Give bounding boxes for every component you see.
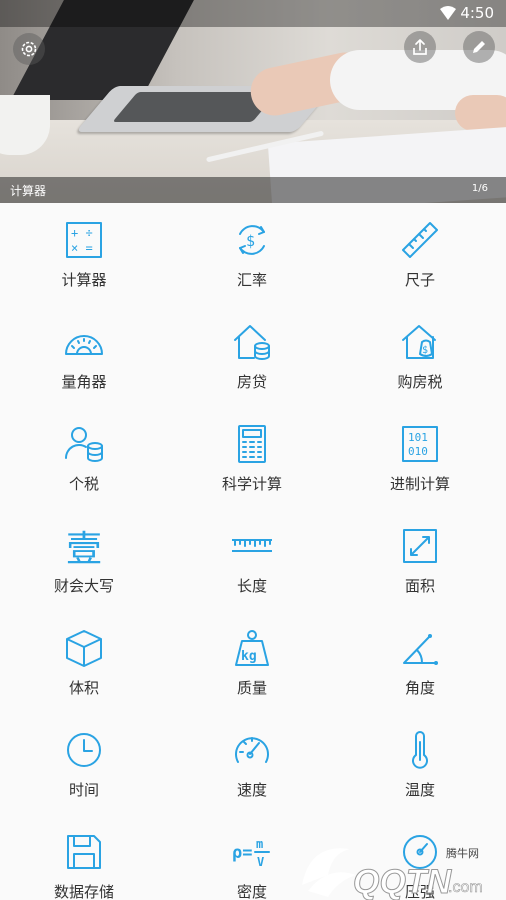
svg-text:× =: × = bbox=[71, 241, 93, 255]
tool-speed[interactable]: 速度 bbox=[168, 713, 336, 815]
banner-caption-bar: 计算器 1/6 bbox=[0, 177, 506, 203]
svg-text:$: $ bbox=[246, 232, 255, 250]
tool-angle[interactable]: 角度 bbox=[336, 611, 504, 713]
tool-volume[interactable]: 体积 bbox=[0, 611, 168, 713]
thermometer-icon bbox=[412, 731, 428, 769]
status-time: 4:50 bbox=[460, 4, 494, 22]
binary-icon: 101 010 bbox=[402, 426, 438, 462]
angle-icon bbox=[403, 634, 438, 665]
tool-label: 温度 bbox=[404, 781, 435, 799]
tool-label: 计算器 bbox=[61, 271, 107, 289]
clock-icon bbox=[67, 733, 101, 767]
watermark-logo: 腾牛网 QQTN .com bbox=[302, 846, 483, 900]
gear-icon bbox=[21, 41, 37, 57]
settings-button[interactable] bbox=[13, 33, 45, 65]
scientific-calculator-icon bbox=[238, 425, 266, 463]
svg-text:010: 010 bbox=[408, 445, 428, 458]
mortgage-icon bbox=[234, 325, 270, 360]
tool-temperature[interactable]: 温度 bbox=[336, 713, 504, 815]
pencil-icon bbox=[473, 41, 485, 53]
tool-label: 质量 bbox=[236, 679, 267, 697]
app-screen: 4:50 计算器 1/6 + ÷ × = 计算器 $ 汇率 尺子 量角器 房贷 … bbox=[0, 0, 506, 900]
svg-text:壹: 壹 bbox=[66, 529, 102, 566]
svg-text:.com: .com bbox=[448, 879, 483, 896]
tool-weight[interactable]: kg 质量 bbox=[168, 611, 336, 713]
ruler-icon bbox=[402, 222, 438, 258]
tool-mortgage[interactable]: 房贷 bbox=[168, 305, 336, 407]
tool-data-storage[interactable]: 数据存储 bbox=[0, 815, 168, 900]
tool-label: 体积 bbox=[68, 679, 99, 697]
banner-title: 计算器 bbox=[10, 184, 47, 198]
svg-text:$: $ bbox=[422, 345, 428, 356]
svg-text:+ ÷: + ÷ bbox=[71, 226, 93, 240]
banner-carousel[interactable]: 4:50 计算器 1/6 bbox=[0, 0, 506, 203]
banner-photo-hand-right bbox=[455, 95, 506, 131]
wifi-icon bbox=[440, 6, 456, 20]
chinese-numeral-icon: 壹 bbox=[66, 529, 102, 566]
svg-text:m: m bbox=[256, 837, 263, 851]
protractor-icon bbox=[65, 335, 103, 355]
floppy-disk-icon bbox=[67, 835, 101, 869]
svg-text:101: 101 bbox=[408, 431, 428, 444]
tool-area[interactable]: 面积 bbox=[336, 509, 504, 611]
tool-label: 尺子 bbox=[404, 271, 435, 289]
tool-label: 进制计算 bbox=[389, 475, 450, 493]
length-icon bbox=[232, 539, 272, 552]
tool-label: 房贷 bbox=[236, 373, 267, 391]
density-icon: ρ= m V bbox=[232, 837, 270, 869]
tool-time[interactable]: 时间 bbox=[0, 713, 168, 815]
share-button[interactable] bbox=[404, 31, 436, 63]
house-tax-icon: $ bbox=[402, 325, 436, 359]
tool-protractor[interactable]: 量角器 bbox=[0, 305, 168, 407]
tool-label: 量角器 bbox=[61, 373, 107, 391]
tool-binary[interactable]: 101 010 进制计算 bbox=[336, 407, 504, 509]
area-icon bbox=[403, 529, 437, 563]
tool-label: 财会大写 bbox=[53, 577, 114, 595]
tool-label: 汇率 bbox=[236, 271, 267, 289]
tool-chinese-numeral[interactable]: 壹 财会大写 bbox=[0, 509, 168, 611]
status-bar: 4:50 bbox=[0, 0, 506, 27]
exchange-rate-icon: $ bbox=[239, 225, 265, 255]
speedometer-icon bbox=[235, 737, 269, 763]
tool-exchange-rate[interactable]: $ 汇率 bbox=[168, 203, 336, 305]
banner-page-indicator: 1/6 bbox=[471, 183, 488, 194]
svg-text:腾牛网: 腾牛网 bbox=[446, 846, 479, 860]
tool-label: 长度 bbox=[236, 577, 267, 595]
tool-scientific[interactable]: 科学计算 bbox=[168, 407, 336, 509]
tool-length[interactable]: 长度 bbox=[168, 509, 336, 611]
svg-text:V: V bbox=[257, 855, 264, 869]
tool-label: 购房税 bbox=[397, 373, 443, 391]
svg-text:ρ=: ρ= bbox=[232, 843, 252, 863]
svg-text:kg: kg bbox=[241, 649, 257, 664]
tool-income-tax[interactable]: 个税 bbox=[0, 407, 168, 509]
tool-calculator[interactable]: + ÷ × = 计算器 bbox=[0, 203, 168, 305]
tool-house-tax[interactable]: $ 购房税 bbox=[336, 305, 504, 407]
tool-label: 时间 bbox=[68, 781, 99, 799]
share-icon bbox=[413, 39, 427, 55]
tool-label: 科学计算 bbox=[221, 475, 282, 493]
volume-icon bbox=[66, 630, 102, 667]
tool-label: 面积 bbox=[404, 577, 435, 595]
svg-text:QQTN: QQTN bbox=[353, 863, 453, 900]
weight-icon: kg bbox=[235, 630, 269, 666]
tool-grid: + ÷ × = 计算器 $ 汇率 尺子 量角器 房贷 $ 购房税 个税 科学计算… bbox=[0, 203, 506, 900]
calculator-icon: + ÷ × = bbox=[66, 222, 102, 258]
tool-ruler[interactable]: 尺子 bbox=[336, 203, 504, 305]
tool-label: 个税 bbox=[68, 475, 99, 493]
tool-label: 角度 bbox=[404, 679, 435, 697]
tool-label: 速度 bbox=[236, 781, 267, 799]
income-tax-icon bbox=[64, 427, 103, 462]
tool-label: 数据存储 bbox=[53, 883, 114, 900]
edit-button[interactable] bbox=[463, 31, 495, 63]
